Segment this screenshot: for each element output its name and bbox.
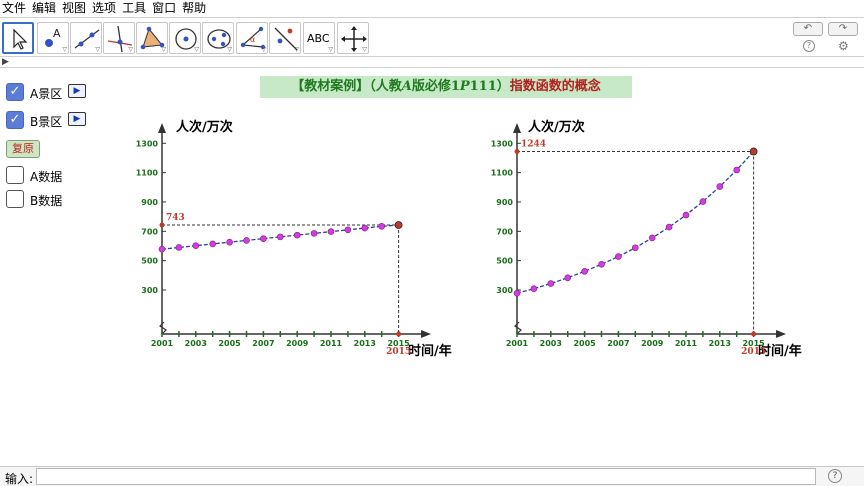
chart-a-data-point (243, 237, 250, 244)
chart-b-data-point (581, 268, 588, 275)
chart-a-y-tick-label: 500 (141, 257, 158, 266)
chart-b-data-point (733, 166, 741, 174)
chart-b-highlight-y-marker (514, 149, 520, 155)
chart-b-x-tick-label: 2011 (675, 339, 698, 348)
chart-a-highlight-x-label: 2015 (386, 347, 411, 357)
input-bar-label: 输入: (5, 472, 34, 486)
chart-a-data-point (344, 226, 352, 234)
chart-a-data-point (209, 240, 216, 248)
chart-b-y-axis-arrow (513, 123, 521, 133)
chart-b-highlight-point (749, 147, 758, 156)
chart-b-data-point (699, 198, 707, 205)
chart-a-x-tick-label: 2013 (354, 339, 376, 348)
chart-b-x-tick-label: 2003 (540, 339, 562, 348)
chart-b-data-point (564, 274, 572, 282)
chart-a-x-tick-label: 2001 (151, 339, 174, 348)
chart-a-data-point (310, 230, 318, 237)
chart-b-axis-break (514, 321, 522, 335)
chart-b-data-point (716, 183, 724, 190)
chart-a-data-point (226, 238, 233, 246)
chart-a-data-point (378, 223, 386, 230)
chart-b-x-tick-label: 2001 (506, 339, 529, 348)
input-bar: 输入: ? (0, 466, 864, 486)
chart-a-data-point (158, 245, 166, 253)
chart-a-x-tick-label: 2007 (252, 339, 274, 348)
chart-a-highlight-y-label: 743 (166, 213, 185, 223)
chart-a-data-point (175, 244, 183, 251)
chart-b-highlight-y-label: 1244 (521, 140, 546, 150)
chart-b-x-tick-label: 2005 (573, 339, 596, 348)
chart-b-data-point (682, 211, 690, 219)
chart-a-x-tick-label: 2009 (286, 339, 309, 348)
chart-a-data-point (260, 235, 267, 242)
chart-a-y-tick-label: 1300 (136, 139, 159, 148)
chart-a-y-tick-label: 1100 (136, 169, 159, 178)
chart-a-data-point (361, 224, 369, 232)
chart-a-x-axis-arrow (421, 330, 432, 338)
chart-b-x-axis-arrow (776, 330, 787, 338)
chart-b-y-tick-label: 300 (496, 286, 513, 295)
chart-b-data-point (547, 280, 555, 287)
chart-a-x-tick-label: 2005 (218, 339, 241, 348)
chart-b-data-point (513, 289, 521, 297)
chart-b-y-tick-label: 700 (496, 227, 513, 236)
chart-b-y-tick-label: 500 (496, 257, 513, 266)
chart-b-highlight-x-label: 2015 (741, 347, 766, 357)
chart-a-highlight-y-marker (159, 222, 165, 228)
chart-b-series-line (516, 151, 755, 294)
chart-b-x-tick-label: 2009 (641, 339, 664, 348)
chart-b-x-tick-label: 2013 (709, 339, 731, 348)
chart-a-y-axis-arrow (158, 123, 166, 133)
chart-b-y-tick-label: 1100 (491, 169, 514, 178)
chart-a-highlight-point (394, 221, 403, 229)
chart-a-highlight-x-marker (396, 331, 402, 337)
chart-b-x-tick-label: 2007 (607, 339, 629, 348)
chart-a-data-point (293, 231, 301, 239)
chart-a-x-tick-label: 2003 (185, 339, 207, 348)
chart-b-data-point (648, 234, 656, 242)
chart-a-data-point (276, 233, 284, 241)
chart-a-data-point (327, 228, 335, 235)
chart-b-data-point (615, 253, 622, 260)
chart-a-y-tick-label: 700 (141, 227, 158, 236)
chart-a-y-tick-label: 300 (141, 286, 158, 295)
chart-b-data-point (530, 285, 538, 292)
chart-a-y-tick-label: 900 (141, 198, 158, 207)
chart-a-axis-break (159, 321, 167, 335)
chart-b-highlight-x-marker (751, 331, 757, 337)
chart-b-data-point (598, 261, 605, 268)
chart-b-y-tick-label: 1300 (491, 139, 514, 148)
input-help-icon[interactable]: ? (828, 469, 842, 483)
chart-b-y-tick-label: 900 (496, 198, 513, 207)
charts-canvas: 300 500 700 900 1100 1300 2001 2003 2005 2007 2009… (136, 123, 787, 357)
chart-b-data-point (631, 244, 639, 252)
input-field[interactable] (36, 468, 816, 485)
chart-a-data-point (192, 242, 200, 249)
chart-a-x-tick-label: 2011 (320, 339, 343, 348)
chart-b-data-point (665, 223, 673, 231)
